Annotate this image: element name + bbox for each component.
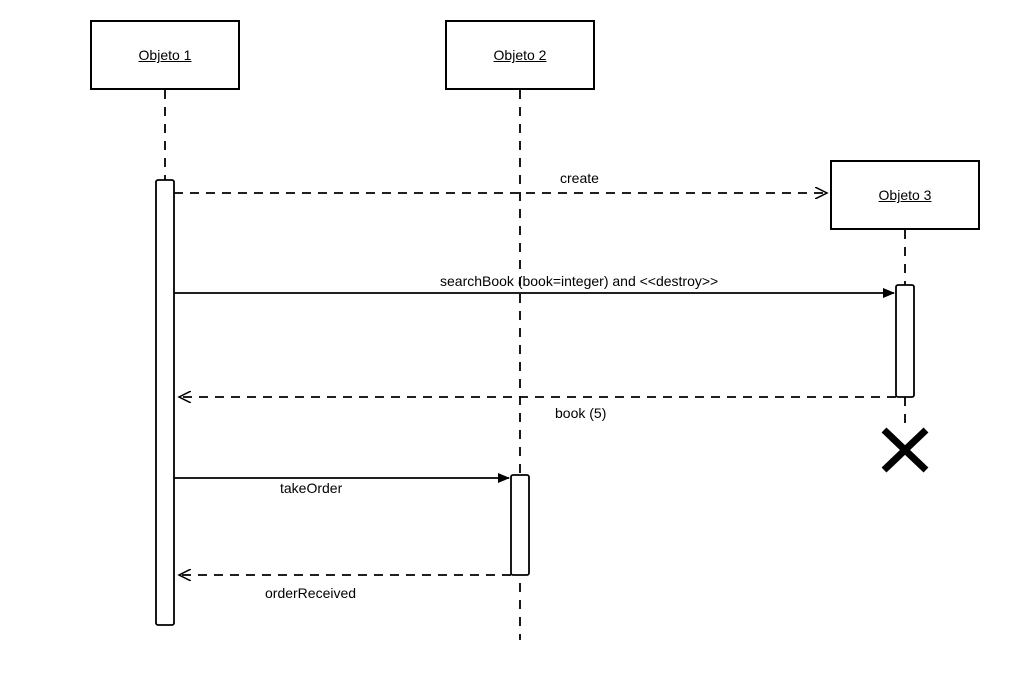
- activation-obj2: [511, 475, 529, 575]
- diagram-svg: [0, 0, 1034, 680]
- destroy-icon: [884, 430, 926, 470]
- activation-obj3: [896, 285, 914, 397]
- sequence-diagram: Objeto 1 Objeto 2 Objeto 3 create search…: [0, 0, 1034, 680]
- activation-obj1: [156, 180, 174, 625]
